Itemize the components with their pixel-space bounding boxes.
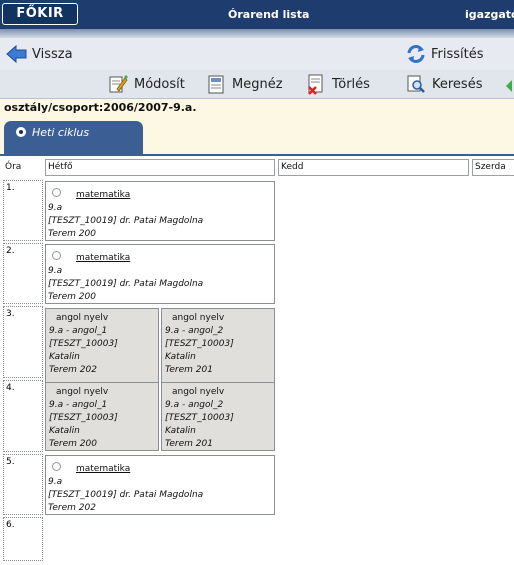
lesson-group: 9.a - angol_2	[165, 326, 224, 336]
row-label: 6.	[3, 517, 43, 561]
lesson-room: Terem 200	[48, 292, 96, 302]
tab-area: Heti ciklus	[0, 117, 514, 155]
lesson-card[interactable]: matematika 9.a [TESZT_10019] dr. Patai M…	[45, 244, 275, 304]
lesson-card[interactable]: matematika 9.a [TESZT_10019] dr. Patai M…	[45, 455, 275, 515]
modify-label: Módosít	[134, 76, 185, 92]
row-label: 3.	[3, 306, 43, 378]
lesson-code: [TESZT_10003]	[49, 413, 118, 423]
row-label: 5.	[3, 454, 43, 515]
header-tuesday: Kedd	[278, 159, 469, 176]
download-icon	[506, 80, 512, 92]
top-bar: FŐKIR Órarend lista igazgato	[0, 0, 514, 29]
lesson-group: 9.a - angol_1	[49, 400, 108, 410]
lesson-teacher: [TESZT_10019] dr. Patai Magdolna	[48, 216, 204, 226]
row-label: 1.	[3, 180, 43, 241]
lesson-subject: angol nyelv	[172, 387, 225, 397]
lesson-room: Terem 200	[48, 229, 96, 239]
modify-button[interactable]: Módosít	[108, 74, 185, 94]
delete-icon	[308, 74, 323, 95]
lesson-teacher: Katalin	[165, 426, 196, 436]
lesson-subject[interactable]: matematika	[76, 464, 130, 474]
lesson-card-group[interactable]: angol nyelv 9.a - angol_1 [TESZT_10003] …	[45, 382, 159, 451]
action-toolbar: Módosít Megnéz Törlés Keresés	[0, 70, 514, 99]
lesson-group: 9.a	[48, 477, 63, 487]
search-button[interactable]: Keresés	[406, 74, 482, 94]
class-bar: osztály/csoport:2006/2007-9.a.	[0, 99, 514, 117]
lesson-room: Terem 202	[49, 365, 97, 375]
radio-icon	[16, 127, 26, 137]
lesson-group: 9.a - angol_2	[165, 400, 224, 410]
page-title: Órarend lista	[228, 8, 310, 21]
overflow-tool[interactable]	[504, 74, 514, 94]
tab-label: Heti ciklus	[32, 126, 90, 139]
lesson-subject: angol nyelv	[56, 387, 109, 397]
back-label: Vissza	[32, 46, 73, 62]
lesson-teacher: Katalin	[165, 352, 196, 362]
delete-button[interactable]: Törlés	[306, 74, 370, 95]
lesson-code: [TESZT_10003]	[165, 339, 234, 349]
refresh-label: Frissítés	[431, 46, 484, 62]
document-icon	[208, 75, 224, 94]
app-logo[interactable]: FŐKIR	[2, 3, 78, 25]
view-button[interactable]: Megnéz	[206, 74, 283, 94]
lesson-room: Terem 200	[49, 439, 97, 449]
edit-icon	[109, 75, 128, 93]
lesson-teacher: [TESZT_10019] dr. Patai Magdolna	[48, 490, 204, 500]
search-label: Keresés	[432, 76, 483, 92]
lesson-code: [TESZT_10003]	[49, 339, 118, 349]
lesson-teacher: Katalin	[49, 426, 80, 436]
lesson-room: Terem 202	[48, 503, 96, 513]
lesson-teacher: Katalin	[49, 352, 80, 362]
refresh-icon	[407, 45, 425, 63]
class-label: osztály/csoport:2006/2007-9.a.	[4, 101, 197, 114]
lesson-subject: angol nyelv	[172, 313, 225, 323]
lesson-code: [TESZT_10003]	[165, 413, 234, 423]
row-label: 2.	[3, 243, 43, 304]
header-monday: Hétfő	[45, 159, 275, 176]
user-name: igazgato	[465, 8, 514, 21]
lesson-room: Terem 201	[165, 365, 213, 375]
lesson-card[interactable]: matematika 9.a [TESZT_10019] dr. Patai M…	[45, 181, 275, 241]
lesson-teacher: [TESZT_10019] dr. Patai Magdolna	[48, 279, 204, 289]
lesson-group: 9.a - angol_1	[49, 326, 108, 336]
header-period: Óra	[3, 159, 43, 176]
lesson-room: Terem 201	[165, 439, 213, 449]
header-wednesday: Szerda	[472, 159, 514, 176]
tab-weekly-cycle[interactable]: Heti ciklus	[4, 121, 143, 155]
view-label: Megnéz	[232, 76, 283, 92]
lesson-group: 9.a	[48, 266, 63, 276]
lesson-subject: angol nyelv	[56, 313, 109, 323]
lesson-subject[interactable]: matematika	[76, 190, 130, 200]
search-icon	[407, 75, 425, 93]
lesson-card-group[interactable]: angol nyelv 9.a - angol_2 [TESZT_10003] …	[161, 382, 275, 451]
nav-bar: Vissza Frissítés	[0, 38, 514, 70]
tab-underline	[0, 154, 514, 156]
radio-icon[interactable]	[52, 188, 61, 197]
header-divider	[0, 29, 514, 38]
row-label: 4.	[3, 380, 43, 452]
back-button[interactable]: Vissza	[6, 44, 73, 64]
arrow-left-icon	[6, 44, 27, 64]
delete-label: Törlés	[332, 76, 370, 92]
lesson-subject[interactable]: matematika	[76, 253, 130, 263]
lesson-group: 9.a	[48, 203, 63, 213]
refresh-button[interactable]: Frissítés	[405, 44, 484, 64]
radio-icon[interactable]	[52, 462, 61, 471]
radio-icon[interactable]	[52, 251, 61, 260]
